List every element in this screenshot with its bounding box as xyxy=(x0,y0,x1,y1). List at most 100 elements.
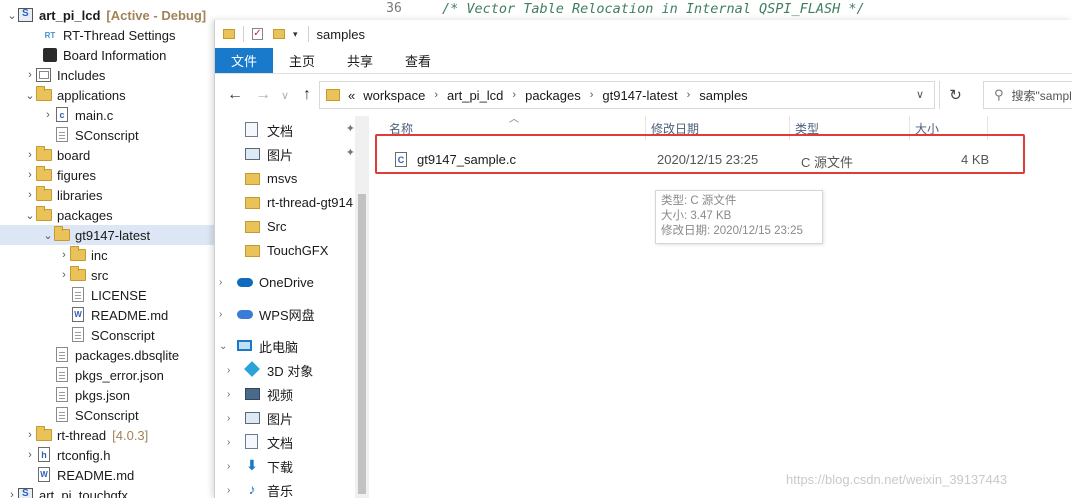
tree-item-pkgs-json[interactable]: pkgs.json xyxy=(0,385,214,405)
pin-icon[interactable]: ✦ xyxy=(346,146,355,159)
tree-item-inc[interactable]: › inc xyxy=(0,245,214,265)
tab-share[interactable]: 共享 xyxy=(331,48,389,73)
properties-icon[interactable]: ✓ xyxy=(252,28,263,40)
tree-item-label: pkgs_error.json xyxy=(75,367,164,383)
board-info-icon xyxy=(42,47,58,63)
new-folder-icon[interactable] xyxy=(273,29,285,39)
up-arrow-icon[interactable]: ↑ xyxy=(293,81,321,109)
tree-item-board-information[interactable]: Board Information xyxy=(0,45,214,65)
folder-icon xyxy=(223,29,235,39)
chevron-right-icon[interactable]: › xyxy=(24,165,36,185)
nav-item[interactable]: › 3D 对象 xyxy=(215,358,355,382)
nav-item[interactable]: › OneDrive xyxy=(215,270,355,294)
chevron-right-icon[interactable]: › xyxy=(227,365,230,376)
nav-item[interactable]: › 图片 xyxy=(215,406,355,430)
chevron-right-icon[interactable]: › xyxy=(24,65,36,85)
tree-item-sconscript[interactable]: SConscript xyxy=(0,325,214,345)
chevron-right-icon[interactable]: › xyxy=(24,145,36,165)
file-tooltip: 类型: C 源文件 大小: 3.47 KB 修改日期: 2020/12/15 2… xyxy=(655,190,823,244)
chevron-right-icon[interactable]: › xyxy=(227,413,230,424)
tree-item-readme-md[interactable]: W README.md xyxy=(0,305,214,325)
nav-item[interactable]: › 视频 xyxy=(215,382,355,406)
nav-item[interactable]: Src xyxy=(215,214,355,238)
chevron-down-icon[interactable]: ⌄ xyxy=(219,341,227,352)
tree-item-src[interactable]: › src xyxy=(0,265,214,285)
tree-item-packages-dbsqlite[interactable]: packages.dbsqlite xyxy=(0,345,214,365)
tree-item-rt-thread[interactable]: › rt-thread [4.0.3] xyxy=(0,425,214,445)
chevron-right-icon[interactable]: › xyxy=(42,105,54,125)
chevron-right-icon[interactable]: › xyxy=(227,461,230,472)
nav-scrollbar-thumb[interactable] xyxy=(358,194,366,494)
toolbar-divider xyxy=(243,26,244,42)
chevron-right-icon[interactable]: › xyxy=(24,185,36,205)
tree-item-libraries[interactable]: › libraries xyxy=(0,185,214,205)
chevron-right-icon[interactable]: › xyxy=(227,485,230,496)
chevron-down-icon[interactable]: ⌄ xyxy=(6,5,18,25)
nav-item[interactable]: › ⬇ 下载 xyxy=(215,454,355,478)
chevron-right-icon[interactable]: › xyxy=(58,245,70,265)
title-bar: ✓ ▾ samples xyxy=(215,20,1072,48)
nav-item[interactable]: rt-thread-gt914 xyxy=(215,190,355,214)
breadcrumb-packages[interactable]: packages xyxy=(525,88,581,103)
chevron-right-icon[interactable]: › xyxy=(219,277,222,288)
tree-item-sconscript[interactable]: SConscript xyxy=(0,405,214,425)
chevron-right-icon[interactable]: › xyxy=(6,485,18,498)
tree-item-art-pi-lcd[interactable]: ⌄ art_pi_lcd [Active - Debug] xyxy=(0,5,214,25)
tree-item-pkgs-error-json[interactable]: pkgs_error.json xyxy=(0,365,214,385)
tree-item-main-c[interactable]: › c main.c xyxy=(0,105,214,125)
nav-item[interactable]: TouchGFX xyxy=(215,238,355,262)
tree-item-includes[interactable]: › Includes xyxy=(0,65,214,85)
breadcrumb-samples[interactable]: samples xyxy=(699,88,747,103)
breadcrumb-chevron-icon[interactable]: › xyxy=(512,89,516,101)
nav-item[interactable]: 文档 ✦ xyxy=(215,118,355,142)
tree-item-board[interactable]: › board xyxy=(0,145,214,165)
breadcrumb-art-pi-lcd[interactable]: art_pi_lcd xyxy=(447,88,503,103)
chevron-down-icon[interactable]: ⌄ xyxy=(24,85,36,105)
tree-item-applications[interactable]: ⌄ applications xyxy=(0,85,214,105)
customize-toolbar-icon[interactable]: ▾ xyxy=(293,29,298,40)
tab-view[interactable]: 查看 xyxy=(389,48,447,73)
nav-item[interactable]: ⌄ 此电脑 xyxy=(215,334,355,358)
back-arrow-icon[interactable]: ← xyxy=(221,81,249,109)
tree-item-readme-md[interactable]: W README.md xyxy=(0,465,214,485)
nav-item[interactable]: › 文档 xyxy=(215,430,355,454)
tree-item-license[interactable]: LICENSE xyxy=(0,285,214,305)
chevron-right-icon[interactable]: › xyxy=(24,425,36,445)
tree-item-sconscript[interactable]: SConscript xyxy=(0,125,214,145)
search-input[interactable]: ⚲ 搜索"samples" xyxy=(983,81,1072,109)
chevron-down-icon[interactable]: ⌄ xyxy=(24,205,36,225)
nav-item[interactable]: › ♪ 音乐 xyxy=(215,478,355,498)
breadcrumb-chevron-icon[interactable]: › xyxy=(434,89,438,101)
chevron-right-icon[interactable]: › xyxy=(24,445,36,465)
chevron-down-icon[interactable]: ⌄ xyxy=(42,225,54,245)
breadcrumb-workspace[interactable]: workspace xyxy=(363,88,425,103)
pin-icon[interactable]: ✦ xyxy=(346,122,355,135)
tree-item-gt9147-latest[interactable]: ⌄ gt9147-latest xyxy=(0,225,214,245)
nav-item[interactable]: msvs xyxy=(215,166,355,190)
tree-item-packages[interactable]: ⌄ packages xyxy=(0,205,214,225)
address-bar[interactable]: « workspace › art_pi_lcd › packages › gt… xyxy=(319,81,935,109)
recent-locations-icon[interactable]: ∨ xyxy=(277,81,293,109)
nav-scrollbar[interactable] xyxy=(355,116,369,498)
chevron-right-icon[interactable]: › xyxy=(227,389,230,400)
nav-item[interactable]: 图片 ✦ xyxy=(215,142,355,166)
tab-home[interactable]: 主页 xyxy=(273,48,331,73)
address-dropdown-icon[interactable]: ∨ xyxy=(916,88,924,101)
chevron-right-icon[interactable]: › xyxy=(227,437,230,448)
tree-item-rt-thread-settings[interactable]: RT RT-Thread Settings xyxy=(0,25,214,45)
forward-arrow-icon[interactable]: → xyxy=(249,81,277,109)
tree-item-figures[interactable]: › figures xyxy=(0,165,214,185)
tree-item-rtconfig-h[interactable]: › h rtconfig.h xyxy=(0,445,214,465)
breadcrumb-overflow[interactable]: « xyxy=(348,88,355,103)
chevron-right-icon[interactable]: › xyxy=(58,265,70,285)
tab-file[interactable]: 文件 xyxy=(215,48,274,73)
refresh-icon[interactable]: ↻ xyxy=(939,81,971,109)
chevron-right-icon[interactable]: › xyxy=(219,309,222,320)
tree-item-label: packages.dbsqlite xyxy=(75,347,180,363)
tree-item-art-pi-touchgfx[interactable]: › art_pi_touchgfx xyxy=(0,485,214,498)
nav-item[interactable]: › WPS网盘 xyxy=(215,302,355,326)
tree-item-label: applications xyxy=(57,87,126,103)
breadcrumb-chevron-icon[interactable]: › xyxy=(687,89,691,101)
breadcrumb-chevron-icon[interactable]: › xyxy=(590,89,594,101)
breadcrumb-gt9147-latest[interactable]: gt9147-latest xyxy=(602,88,677,103)
